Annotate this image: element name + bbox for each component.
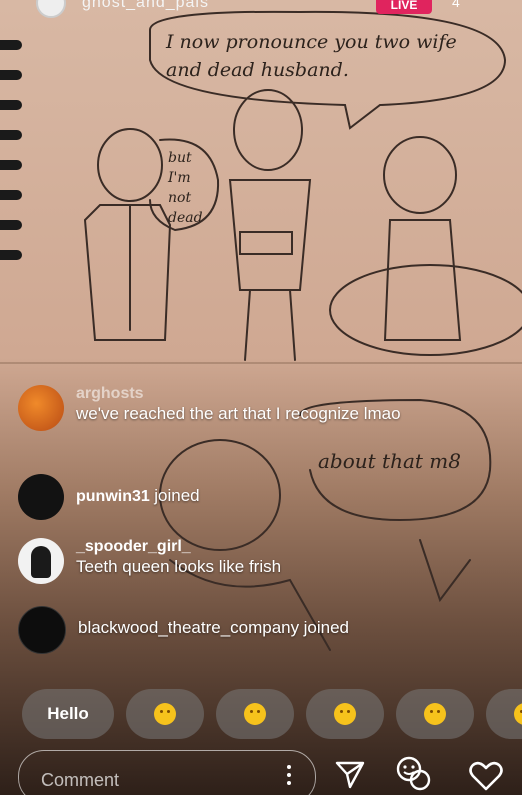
host-username[interactable]: ghost_and_pals bbox=[82, 0, 209, 12]
reaction-heart-eyes-button[interactable] bbox=[216, 689, 294, 739]
bride-dress bbox=[228, 179, 312, 291]
comment-username[interactable]: blackwood_theatre_company bbox=[78, 618, 299, 637]
laughing-face-icon bbox=[514, 703, 522, 725]
reaction-clap-button[interactable] bbox=[306, 689, 384, 739]
more-options-icon[interactable] bbox=[287, 765, 293, 789]
speech-left-text: but I'm not dead bbox=[168, 150, 203, 226]
commenter-avatar[interactable] bbox=[18, 474, 64, 520]
viewer-count[interactable]: 4 bbox=[452, 0, 460, 10]
send-icon[interactable] bbox=[334, 758, 366, 790]
live-badge: LIVE bbox=[376, 0, 432, 14]
face-filter-icon[interactable] bbox=[394, 754, 434, 794]
comment-placeholder: Comment bbox=[41, 770, 120, 790]
thumbs-up-icon bbox=[424, 703, 446, 725]
join-text: joined bbox=[154, 486, 200, 505]
comment-input[interactable]: Comment bbox=[18, 750, 316, 795]
comment-username[interactable]: _spooder_girl_ bbox=[76, 538, 456, 556]
comment-username[interactable]: arghosts bbox=[76, 385, 436, 403]
comment-text: we've reached the art that I recognize l… bbox=[76, 404, 401, 423]
reaction-thumbs-up-button[interactable] bbox=[396, 689, 474, 739]
live-header: ghost_and_pals LIVE 4 bbox=[0, 0, 522, 18]
groom-head bbox=[97, 128, 163, 202]
commenter-avatar[interactable] bbox=[18, 385, 64, 431]
comment-item: punwin31 joined bbox=[18, 474, 200, 520]
comment-text: Teeth queen looks like frish bbox=[76, 557, 282, 576]
comment-item: arghosts we've reached the art that I re… bbox=[18, 385, 436, 431]
bride-head bbox=[233, 89, 303, 171]
heart-icon[interactable] bbox=[468, 760, 504, 792]
comment-username[interactable]: punwin31 bbox=[76, 488, 150, 505]
commenter-avatar[interactable] bbox=[18, 538, 64, 584]
commenter-avatar[interactable] bbox=[18, 606, 66, 654]
reaction-hello-button[interactable]: Hello bbox=[22, 689, 114, 739]
clapping-hands-icon bbox=[334, 703, 356, 725]
host-avatar[interactable] bbox=[36, 0, 66, 18]
quick-reactions: Hello bbox=[22, 689, 522, 739]
groom-suit bbox=[83, 204, 172, 341]
speech-lower-text: about that m8 bbox=[318, 449, 461, 473]
comment-item: blackwood_theatre_company joined bbox=[18, 606, 349, 654]
live-video-background: I now pronounce you two wife and dead hu… bbox=[0, 0, 522, 795]
comment-item: _spooder_girl_ Teeth queen looks like fr… bbox=[18, 538, 456, 584]
reaction-smile-button[interactable] bbox=[126, 689, 204, 739]
reaction-laugh-button[interactable] bbox=[486, 689, 522, 739]
right-girl-head bbox=[383, 136, 457, 214]
speech-top-text: I now pronounce you two wife and dead hu… bbox=[166, 31, 457, 81]
smiling-face-icon bbox=[154, 703, 176, 725]
heart-eyes-face-icon bbox=[244, 703, 266, 725]
join-text: joined bbox=[303, 618, 349, 637]
